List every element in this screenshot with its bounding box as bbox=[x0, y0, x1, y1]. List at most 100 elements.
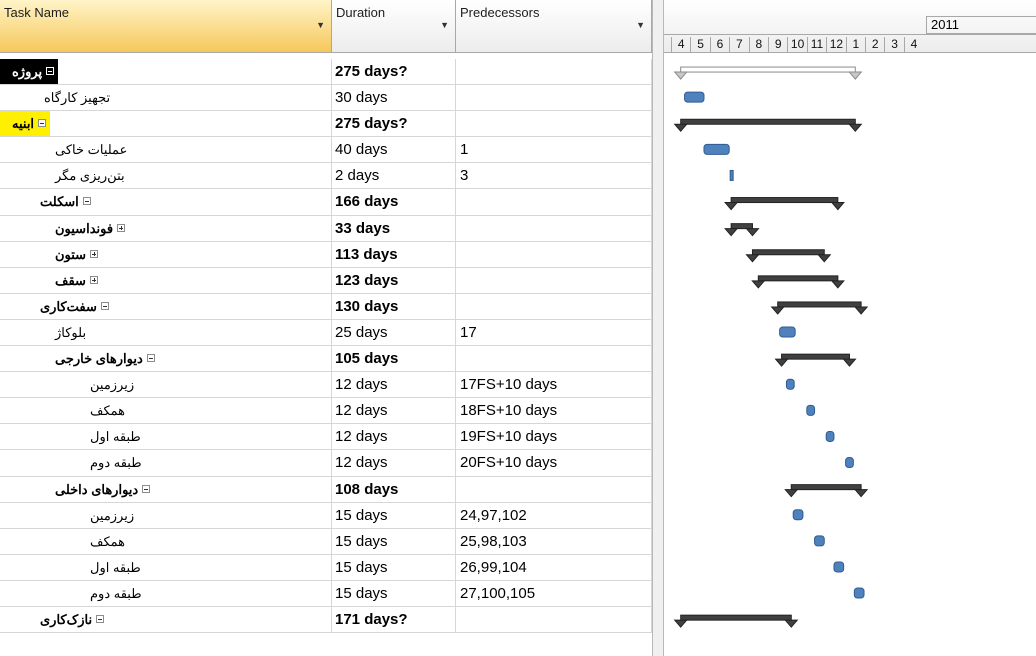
task-name-cell[interactable]: بلوکاژ bbox=[0, 319, 332, 346]
task-row[interactable]: نازک‌کاری 171 days? bbox=[0, 606, 652, 634]
task-row[interactable]: طبقه دوم 15 days 27,100,105 bbox=[0, 580, 652, 607]
duration-cell[interactable]: 275 days? bbox=[332, 59, 456, 85]
duration-cell[interactable]: 12 days bbox=[332, 450, 456, 476]
predecessors-cell[interactable]: 26,99,104 bbox=[456, 554, 652, 580]
task-name-cell[interactable]: بتن‌ریزی مگر bbox=[0, 163, 332, 189]
predecessors-cell[interactable]: 24,97,102 bbox=[456, 502, 652, 528]
task-bar[interactable] bbox=[833, 561, 845, 573]
task-row[interactable]: سقف 123 days bbox=[0, 267, 652, 294]
duration-cell[interactable]: 12 days bbox=[332, 398, 456, 424]
task-bar[interactable] bbox=[779, 326, 796, 338]
summary-bar[interactable] bbox=[724, 197, 845, 211]
duration-cell[interactable]: 12 days bbox=[332, 424, 456, 450]
predecessors-cell[interactable] bbox=[456, 293, 652, 319]
expand-icon[interactable] bbox=[117, 223, 126, 232]
task-bar[interactable] bbox=[825, 430, 835, 442]
task-name-cell[interactable]: فونداسیون bbox=[0, 215, 332, 241]
expand-icon[interactable] bbox=[89, 275, 98, 284]
predecessors-cell[interactable] bbox=[456, 215, 652, 241]
duration-cell[interactable]: 166 days bbox=[332, 189, 456, 215]
predecessors-cell[interactable] bbox=[456, 346, 652, 372]
expand-icon[interactable] bbox=[90, 249, 99, 258]
task-name-cell[interactable]: همکف bbox=[0, 398, 332, 424]
task-row[interactable]: دیوارهای داخلی 108 days bbox=[0, 476, 652, 503]
task-row[interactable]: زیرزمین 12 days 17FS+10 days bbox=[0, 372, 652, 399]
task-row[interactable]: طبقه دوم 12 days 20FS+10 days bbox=[0, 450, 652, 477]
task-row[interactable]: ستون 113 days bbox=[0, 241, 652, 268]
duration-cell[interactable]: 12 days bbox=[332, 372, 456, 398]
column-header-duration[interactable]: Duration ▼ bbox=[332, 0, 456, 52]
predecessors-cell[interactable]: 17FS+10 days bbox=[456, 372, 652, 398]
collapse-icon[interactable] bbox=[96, 614, 105, 623]
collapse-icon[interactable] bbox=[46, 67, 55, 75]
task-name-cell[interactable]: سقف bbox=[0, 267, 332, 293]
predecessors-cell[interactable]: 27,100,105 bbox=[456, 580, 652, 606]
predecessors-cell[interactable] bbox=[456, 476, 652, 502]
task-row[interactable]: اسکلت 166 days bbox=[0, 189, 652, 216]
summary-bar[interactable] bbox=[673, 66, 863, 80]
summary-bar[interactable] bbox=[673, 614, 799, 628]
column-header-task-name[interactable]: Task Name ▼ bbox=[0, 0, 332, 52]
view-splitter[interactable] bbox=[652, 0, 664, 656]
task-bar[interactable] bbox=[703, 143, 730, 155]
task-name-cell[interactable]: ابنیه bbox=[0, 111, 332, 137]
duration-cell[interactable]: 113 days bbox=[332, 241, 456, 267]
task-row[interactable]: فونداسیون 33 days bbox=[0, 215, 652, 242]
task-name-cell[interactable]: ستون bbox=[0, 241, 332, 267]
task-bar[interactable] bbox=[806, 404, 816, 416]
duration-cell[interactable]: 275 days? bbox=[332, 111, 456, 137]
task-row[interactable]: بتن‌ریزی مگر 2 days 3 bbox=[0, 163, 652, 190]
summary-bar[interactable] bbox=[751, 275, 845, 289]
task-row[interactable]: زیرزمین 15 days 24,97,102 bbox=[0, 502, 652, 529]
collapse-icon[interactable] bbox=[100, 301, 109, 310]
collapse-icon[interactable] bbox=[82, 197, 91, 206]
summary-bar[interactable] bbox=[784, 484, 869, 498]
predecessors-cell[interactable]: 17 bbox=[456, 319, 652, 346]
predecessors-cell[interactable] bbox=[456, 111, 652, 137]
duration-cell[interactable]: 2 days bbox=[332, 163, 456, 189]
task-row[interactable]: دیوارهای خارجی 105 days bbox=[0, 346, 652, 373]
predecessors-cell[interactable]: 18FS+10 days bbox=[456, 398, 652, 424]
predecessors-cell[interactable]: 19FS+10 days bbox=[456, 424, 652, 450]
duration-cell[interactable]: 15 days bbox=[332, 580, 456, 606]
predecessors-cell[interactable]: 1 bbox=[456, 137, 652, 163]
task-bar[interactable] bbox=[729, 169, 734, 181]
task-name-cell[interactable]: طبقه اول bbox=[0, 554, 332, 580]
chevron-down-icon[interactable]: ▼ bbox=[636, 20, 645, 30]
duration-cell[interactable]: 15 days bbox=[332, 554, 456, 580]
summary-bar[interactable] bbox=[673, 118, 863, 133]
task-name-cell[interactable]: طبقه دوم bbox=[0, 450, 332, 476]
predecessors-cell[interactable] bbox=[456, 59, 652, 85]
predecessors-cell[interactable]: 25,98,103 bbox=[456, 528, 652, 554]
duration-cell[interactable]: 130 days bbox=[332, 293, 456, 319]
task-bar[interactable] bbox=[853, 587, 865, 599]
task-name-cell[interactable]: پروژه bbox=[0, 59, 332, 85]
summary-bar[interactable] bbox=[745, 249, 832, 263]
duration-cell[interactable]: 15 days bbox=[332, 502, 456, 528]
duration-cell[interactable]: 123 days bbox=[332, 267, 456, 293]
collapse-icon[interactable] bbox=[38, 119, 47, 128]
task-bar[interactable] bbox=[792, 509, 804, 521]
predecessors-cell[interactable]: 20FS+10 days bbox=[456, 450, 652, 476]
task-name-cell[interactable]: نازک‌کاری bbox=[0, 606, 332, 633]
predecessors-cell[interactable] bbox=[456, 189, 652, 215]
task-row[interactable]: طبقه اول 15 days 26,99,104 bbox=[0, 554, 652, 581]
task-name-cell[interactable]: طبقه اول bbox=[0, 424, 332, 450]
task-bar[interactable] bbox=[814, 535, 825, 547]
chevron-down-icon[interactable]: ▼ bbox=[316, 20, 325, 30]
predecessors-cell[interactable]: 3 bbox=[456, 163, 652, 189]
collapse-icon[interactable] bbox=[146, 354, 155, 363]
duration-cell[interactable]: 108 days bbox=[332, 476, 456, 502]
task-name-cell[interactable]: تجهیز کارگاه bbox=[0, 85, 332, 111]
predecessors-cell[interactable] bbox=[456, 267, 652, 293]
predecessors-cell[interactable] bbox=[456, 606, 652, 633]
predecessors-cell[interactable] bbox=[456, 85, 652, 111]
task-bar[interactable] bbox=[785, 378, 795, 390]
task-row[interactable]: همکف 15 days 25,98,103 bbox=[0, 528, 652, 555]
summary-bar[interactable] bbox=[724, 223, 760, 237]
task-bar[interactable] bbox=[845, 457, 854, 469]
task-row[interactable]: تجهیز کارگاه 30 days bbox=[0, 85, 652, 112]
task-name-cell[interactable]: طبقه دوم bbox=[0, 580, 332, 606]
task-name-cell[interactable]: همکف bbox=[0, 528, 332, 554]
task-row[interactable]: سفت‌کاری 130 days bbox=[0, 293, 652, 320]
